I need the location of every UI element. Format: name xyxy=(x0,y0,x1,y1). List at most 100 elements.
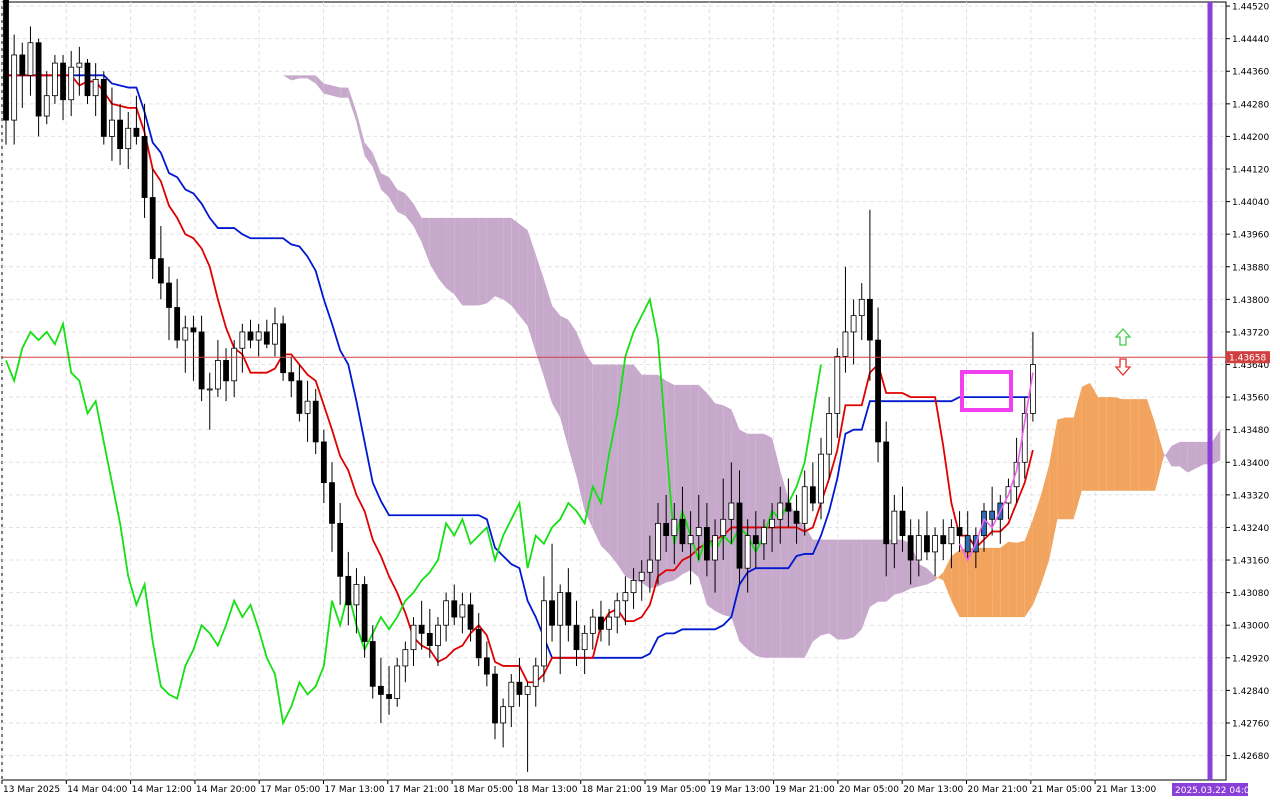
cloud-segment-bear xyxy=(682,384,691,575)
y-axis-tick-label: 1.43400 xyxy=(1232,459,1269,469)
y-axis-tick-label: 1.43720 xyxy=(1232,328,1269,338)
candle-bear xyxy=(704,527,710,561)
candle-bear xyxy=(263,331,270,345)
candle-bear xyxy=(60,62,66,101)
x-axis-tick-label: 18 Mar 05:00 xyxy=(453,785,513,795)
x-axis-tick-label: 19 Mar 13:00 xyxy=(710,785,770,795)
y-axis-tick-label: 1.42840 xyxy=(1232,687,1269,697)
candle-bear xyxy=(369,641,376,687)
y-axis-tick-label: 1.44520 xyxy=(1232,3,1269,13)
y-axis-tick-label: 1.42680 xyxy=(1232,752,1269,762)
candle-bull xyxy=(410,624,417,651)
candle-bull xyxy=(500,706,507,724)
cloud-segment-bear xyxy=(299,75,308,79)
cloud-segment-bull xyxy=(1081,382,1090,491)
cloud-segment-bull xyxy=(984,547,993,618)
cloud-segment-bear xyxy=(706,393,716,611)
cloud-segment-bear xyxy=(853,539,862,638)
cloud-segment-bear xyxy=(869,539,879,607)
cloud-segment-bear xyxy=(894,539,903,595)
candle-bull xyxy=(231,347,238,382)
candle-bull xyxy=(614,600,621,618)
cloud-segment-bear xyxy=(812,539,821,642)
candle-bear xyxy=(598,616,604,630)
x-axis-tick-label: 14 Mar 20:00 xyxy=(196,785,256,795)
candle-bull xyxy=(1030,364,1036,414)
x-axis-tick-label: 18 Mar 21:00 xyxy=(582,785,642,795)
candle-bear xyxy=(174,307,181,341)
candle-bear xyxy=(875,339,881,443)
x-axis-tick-label: 14 Mar 12:00 xyxy=(132,785,192,795)
candle-bear xyxy=(117,119,123,150)
cloud-segment-bear xyxy=(715,403,724,616)
y-axis-tick-label: 1.44440 xyxy=(1232,35,1269,45)
cloud-segment-bear xyxy=(772,437,781,658)
x-axis-tick-label: 19 Mar 05:00 xyxy=(646,785,706,795)
candle-bull xyxy=(304,400,311,414)
candle-bear xyxy=(345,575,352,606)
cloud-segment-bull xyxy=(975,547,984,618)
candle-bear xyxy=(296,380,303,414)
candle-bear xyxy=(964,535,971,553)
candle-bear xyxy=(100,78,107,137)
x-axis-tick-label: 20 Mar 13:00 xyxy=(903,785,963,795)
candle-bear xyxy=(337,522,344,577)
cloud-segment-bear xyxy=(1171,441,1180,467)
candle-bull xyxy=(214,360,221,390)
candle-bull xyxy=(443,600,450,626)
candle-bull xyxy=(524,685,531,695)
y-axis-tick-label: 1.42920 xyxy=(1232,654,1269,664)
cloud-segment-bear xyxy=(609,364,618,565)
candle-bull xyxy=(76,62,83,68)
cloud-segment-bull xyxy=(1114,397,1123,491)
candle-bear xyxy=(157,258,164,284)
candle-bull xyxy=(769,518,775,528)
current-price-label: 1.43658 xyxy=(1229,354,1266,364)
candle-bear xyxy=(247,331,254,341)
cloud-segment-bear xyxy=(674,384,683,581)
candle-bull xyxy=(589,616,596,634)
candle-bull xyxy=(182,327,189,341)
cloud-segment-bear xyxy=(804,525,813,658)
candle-bull xyxy=(239,331,246,349)
candle-bear xyxy=(785,502,792,512)
time-marker-label: 2025.03.22 04:00 xyxy=(1175,786,1256,796)
cloud-segment-bear xyxy=(1195,441,1205,469)
cloud-segment-bear xyxy=(763,433,773,658)
candle-bear xyxy=(223,360,229,382)
cloud-segment-bear xyxy=(592,364,601,546)
candle-bear xyxy=(166,282,172,308)
chart-canvas: 1.44520 1.44440 1.44360 1.44280 1.44200 1.441… xyxy=(1,0,1270,796)
candle-bear xyxy=(386,694,392,699)
cloud-segment-bear xyxy=(821,539,830,636)
candle-bull xyxy=(92,78,99,97)
candle-bull xyxy=(891,510,898,545)
candle-bull xyxy=(532,665,539,687)
y-axis-tick-label: 1.43800 xyxy=(1232,296,1269,306)
candle-bear xyxy=(312,400,319,443)
y-axis-tick-label: 1.43960 xyxy=(1232,231,1269,241)
y-axis-tick-label: 1.43000 xyxy=(1232,622,1269,632)
y-axis-tick-label: 1.44280 xyxy=(1232,100,1269,110)
cloud-segment-bear xyxy=(511,217,520,316)
cloud-segment-bear xyxy=(1187,441,1196,473)
x-axis-tick-label: 21 Mar 13:00 xyxy=(1096,785,1156,795)
cloud-segment-bull xyxy=(1138,399,1147,491)
cloud-segment-bear xyxy=(519,223,528,326)
candle-bear xyxy=(19,54,26,76)
candle-bear xyxy=(3,0,9,121)
cloud-segment-bull xyxy=(992,547,1001,618)
candle-bear xyxy=(752,535,759,545)
cloud-segment-bear xyxy=(641,374,650,589)
cloud-segment-bear xyxy=(796,519,805,658)
ichimoku-chart: 1.44520 1.44440 1.44360 1.44280 1.44200 1.441… xyxy=(0,0,1280,800)
candle-bear xyxy=(565,592,572,626)
cloud-segment-bull xyxy=(1106,397,1115,491)
candle-bull xyxy=(125,127,132,150)
candle-bull xyxy=(818,453,824,504)
candle-bear xyxy=(573,624,580,651)
candle-bull xyxy=(761,527,767,545)
candle-bull xyxy=(655,522,661,561)
x-axis: 13 Mar 2025 14 Mar 04:00 14 Mar 12:00 14 Ma… xyxy=(1,780,1156,795)
candle-bull xyxy=(728,502,735,520)
